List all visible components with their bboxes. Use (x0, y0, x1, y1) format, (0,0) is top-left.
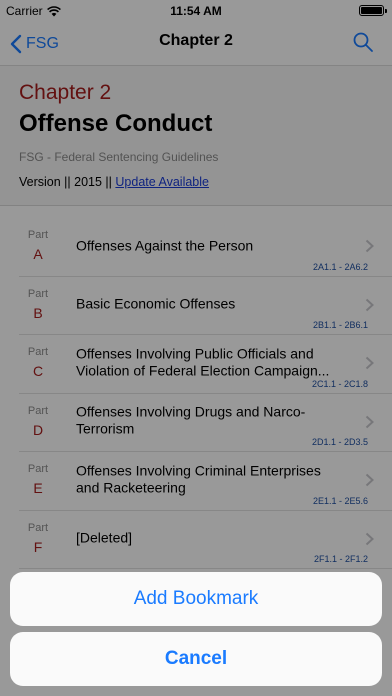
add-bookmark-button[interactable]: Add Bookmark (10, 572, 382, 626)
cancel-button[interactable]: Cancel (10, 632, 382, 686)
